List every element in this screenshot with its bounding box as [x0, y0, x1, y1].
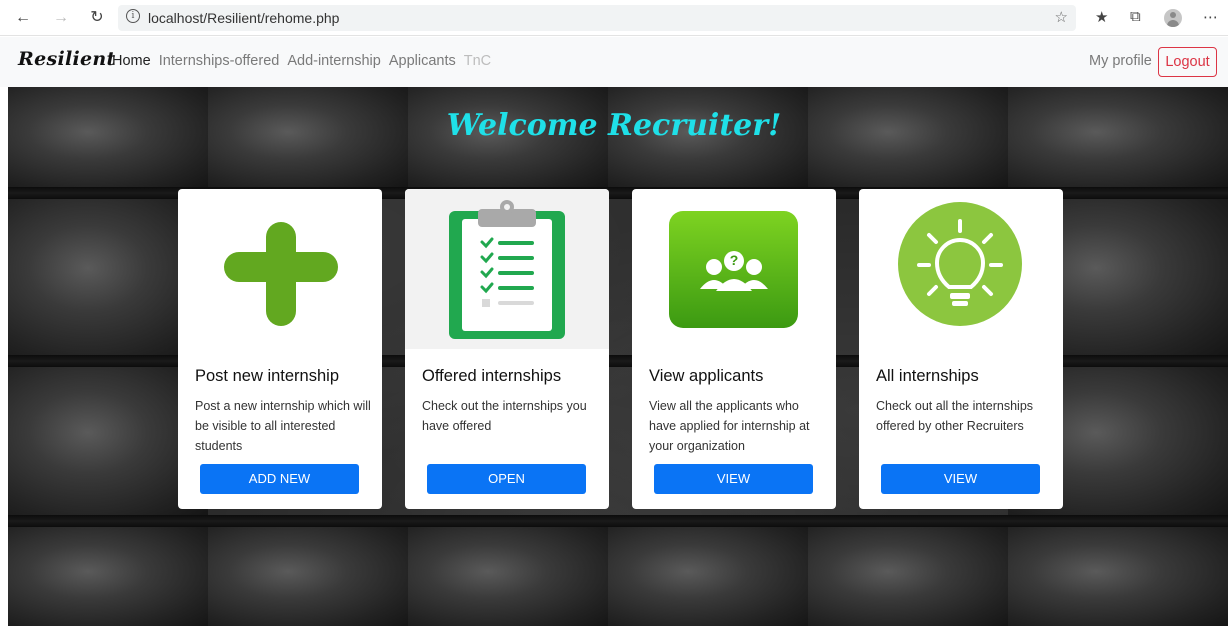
applicants-group-icon: ? — [632, 189, 836, 349]
view-applicants-button[interactable]: VIEW — [654, 464, 813, 494]
lightbulb-icon — [859, 189, 1063, 349]
collections-icon[interactable]: ⧉ — [1130, 8, 1141, 25]
forward-arrow-icon[interactable]: → — [50, 7, 72, 29]
nav-link-applicants[interactable]: Applicants — [389, 53, 456, 69]
more-menu-icon[interactable]: ⋯ — [1203, 8, 1218, 26]
nav-link-home[interactable]: Home — [112, 53, 151, 69]
card-text: Post a new internship which will be visi… — [195, 399, 371, 453]
refresh-icon[interactable]: ↻ — [86, 7, 108, 29]
clipboard-checklist-icon — [405, 189, 609, 349]
open-button[interactable]: OPEN — [427, 464, 586, 494]
card-text: View all the applicants who have applied… — [649, 399, 810, 453]
svg-text:?: ? — [730, 252, 739, 268]
nav-link-internships-offered[interactable]: Internships-offered — [159, 53, 280, 69]
card-title: Post new internship — [195, 367, 339, 385]
card-text: Check out all the internships offered by… — [876, 399, 1034, 433]
address-url: localhost/Resilient/rehome.php — [148, 10, 340, 26]
card-text: Check out the internships you have offer… — [422, 399, 587, 433]
card-post-new-internship: Post new internship Post a new internshi… — [178, 189, 382, 509]
nav-link-tnc[interactable]: TnC — [464, 53, 491, 69]
card-title: View applicants — [649, 367, 764, 385]
card-all-internships: All internships Check out all the intern… — [859, 189, 1063, 509]
brand-logo[interactable]: Resilient — [18, 48, 116, 70]
address-bar[interactable]: i localhost/Resilient/rehome.php ☆ — [118, 5, 1076, 31]
nav-link-add-internship[interactable]: Add-internship — [287, 53, 381, 69]
card-offered-internships: Offered internships Check out the intern… — [405, 189, 609, 509]
favorite-star-icon[interactable]: ☆ — [1055, 8, 1068, 26]
card-title: All internships — [876, 367, 979, 385]
nav-links: Home Internships-offered Add-internship … — [112, 53, 491, 69]
view-internships-button[interactable]: VIEW — [881, 464, 1040, 494]
site-info-icon[interactable]: i — [126, 9, 140, 23]
logout-button[interactable]: Logout — [1158, 47, 1217, 77]
card-title: Offered internships — [422, 367, 562, 385]
card-view-applicants: ? View applicants View all the applicant… — [632, 189, 836, 509]
plus-icon — [178, 189, 382, 349]
my-profile-link[interactable]: My profile — [1089, 53, 1152, 69]
browser-toolbar: ← → ↻ i localhost/Resilient/rehome.php ☆… — [0, 0, 1228, 36]
app-navbar: Resilient Home Internships-offered Add-i… — [0, 37, 1228, 87]
add-new-button[interactable]: ADD NEW — [200, 464, 359, 494]
back-arrow-icon[interactable]: ← — [12, 7, 34, 29]
welcome-heading: Welcome Recruiter! — [446, 108, 782, 143]
favorites-list-icon[interactable]: ★ — [1095, 8, 1108, 26]
profile-avatar-icon[interactable] — [1164, 9, 1182, 27]
